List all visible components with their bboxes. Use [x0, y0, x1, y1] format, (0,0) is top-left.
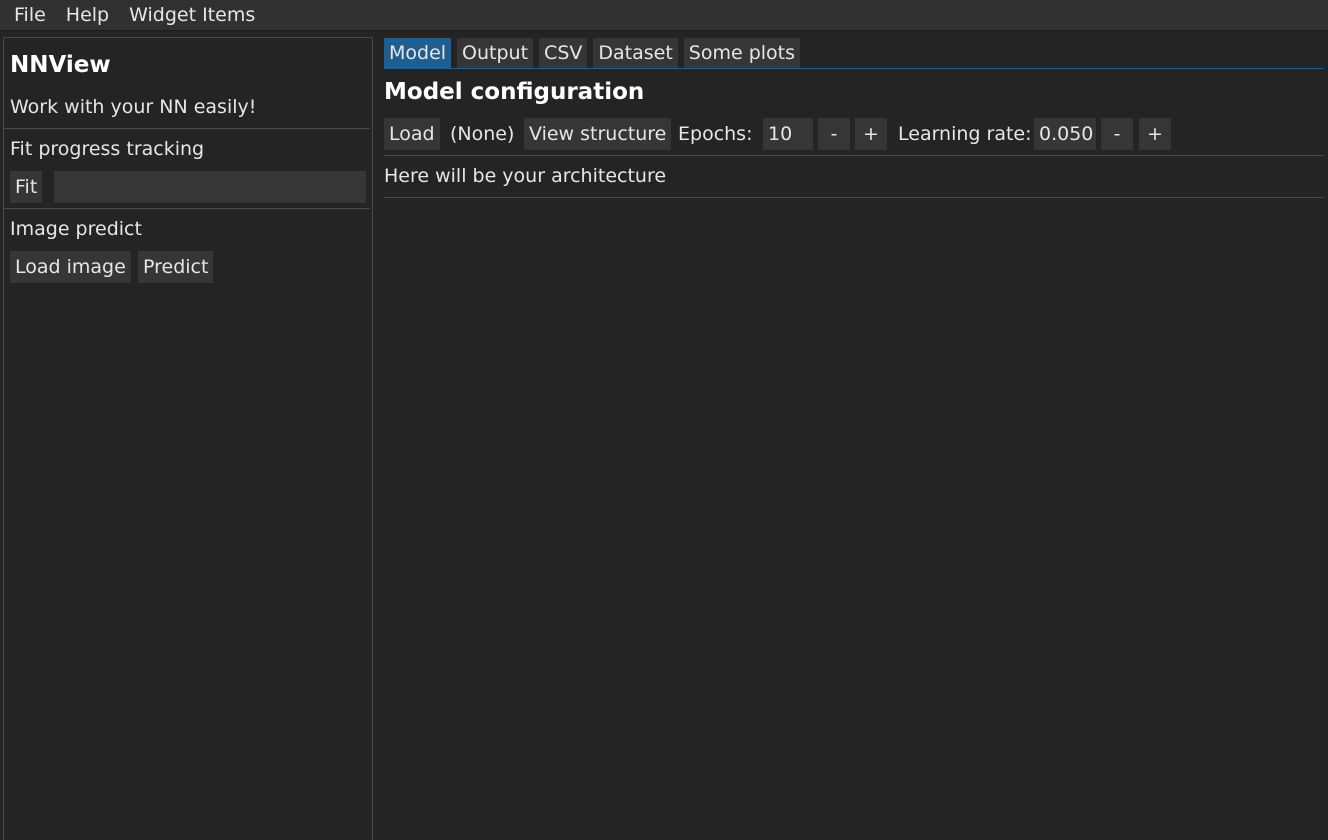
model-config-title: Model configuration — [384, 79, 645, 105]
tab-output[interactable]: Output — [457, 38, 534, 68]
fit-progress-bar — [54, 171, 366, 203]
tab-some-plots[interactable]: Some plots — [683, 38, 801, 68]
app-subtitle: Work with your NN easily! — [10, 96, 257, 118]
image-predict-label: Image predict — [10, 218, 142, 240]
predict-button[interactable]: Predict — [138, 251, 214, 283]
epochs-input[interactable]: 10 — [763, 118, 813, 150]
learning-rate-label: Learning rate: — [898, 123, 1032, 145]
lr-decrement-button[interactable]: - — [1101, 118, 1133, 150]
model-name-label: (None) — [450, 123, 515, 145]
tab-csv[interactable]: CSV — [539, 38, 588, 68]
tab-underline — [384, 68, 1324, 69]
epochs-increment-button[interactable]: + — [855, 118, 887, 150]
tab-model[interactable]: Model — [384, 38, 452, 68]
load-model-button[interactable]: Load — [384, 118, 440, 150]
fit-progress-label: Fit progress tracking — [10, 138, 205, 160]
menu-file[interactable]: File — [0, 0, 56, 31]
sidebar-panel: NNView Work with your NN easily! Fit pro… — [3, 37, 373, 840]
architecture-placeholder: Here will be your architecture — [384, 165, 667, 187]
separator — [384, 197, 1324, 198]
separator — [4, 128, 370, 129]
menu-help[interactable]: Help — [52, 0, 119, 31]
menu-widget-items[interactable]: Widget Items — [115, 0, 265, 31]
view-structure-button[interactable]: View structure — [524, 118, 672, 150]
separator — [4, 208, 370, 209]
tab-dataset[interactable]: Dataset — [593, 38, 678, 68]
main-tab-bar: Model Output CSV Dataset Some plots — [384, 38, 806, 68]
menu-bar: File Help Widget Items — [0, 0, 1328, 31]
learning-rate-input[interactable]: 0.050 — [1034, 118, 1096, 150]
epochs-label: Epochs: — [678, 123, 753, 145]
epochs-decrement-button[interactable]: - — [818, 118, 850, 150]
fit-button[interactable]: Fit — [10, 171, 43, 203]
separator — [384, 155, 1324, 156]
load-image-button[interactable]: Load image — [10, 251, 131, 283]
app-title: NNView — [10, 52, 111, 78]
lr-increment-button[interactable]: + — [1139, 118, 1171, 150]
